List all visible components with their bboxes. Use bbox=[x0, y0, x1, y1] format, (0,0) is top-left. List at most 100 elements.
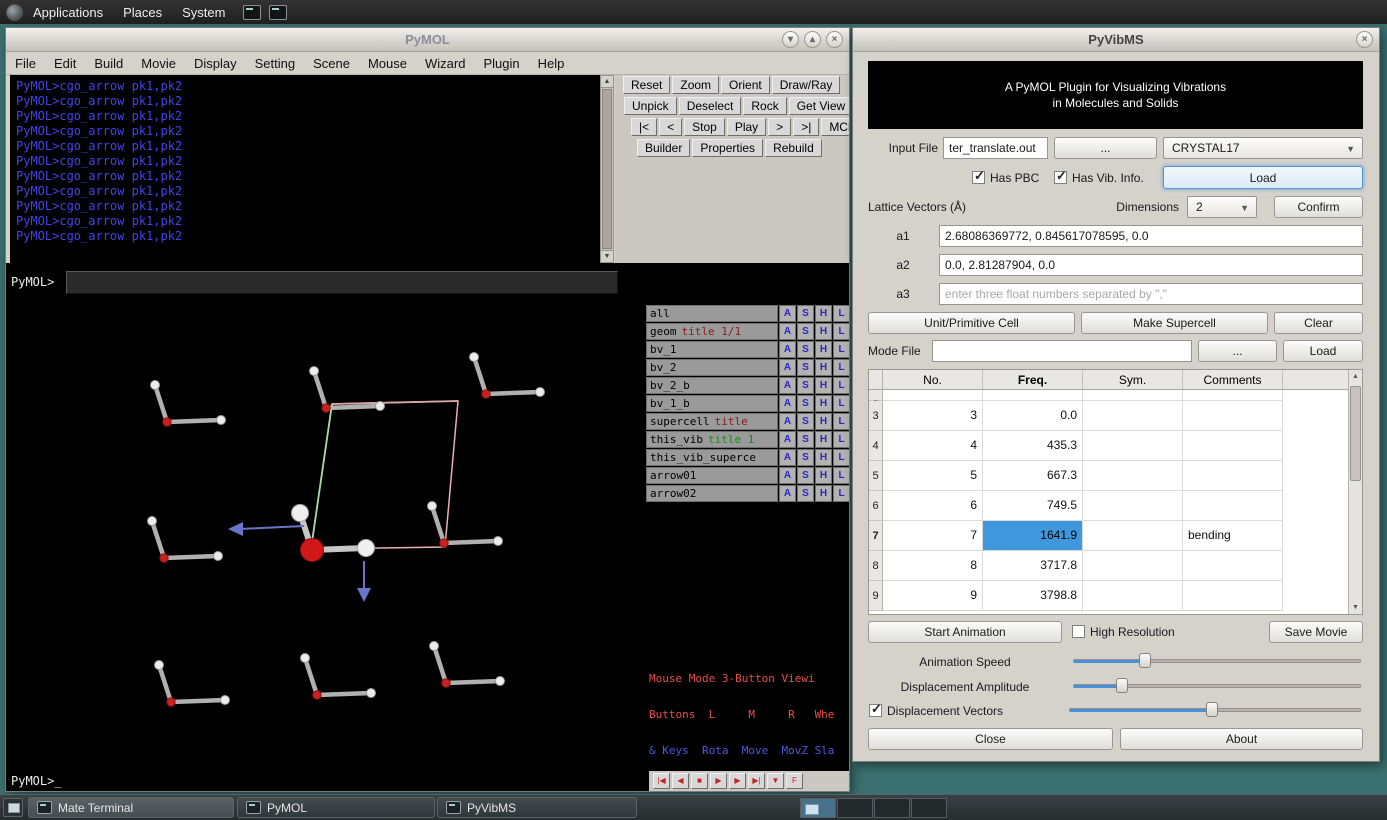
obj-show-button[interactable]: S bbox=[797, 341, 814, 358]
cell-sym[interactable] bbox=[1083, 431, 1183, 461]
mode-load-button[interactable]: Load bbox=[1283, 340, 1363, 362]
obj-show-button[interactable]: S bbox=[797, 377, 814, 394]
taskbar-item-mate-terminal[interactable]: Mate Terminal bbox=[28, 797, 234, 818]
object-row-bv-2[interactable]: bv_2 A S H L bbox=[646, 359, 850, 376]
obj-show-button[interactable]: S bbox=[797, 359, 814, 376]
mode-file-browse-button[interactable]: ... bbox=[1198, 340, 1277, 362]
cell-freq[interactable] bbox=[983, 390, 1083, 401]
cell-sym[interactable] bbox=[1083, 401, 1183, 431]
pyvibms-titlebar[interactable]: PyVibMS × bbox=[853, 28, 1379, 52]
cell-no[interactable]: 3 bbox=[883, 401, 983, 431]
displacement-amplitude-slider[interactable] bbox=[1073, 676, 1361, 696]
obj-show-button[interactable]: S bbox=[797, 323, 814, 340]
cell-no[interactable]: 4 bbox=[883, 431, 983, 461]
object-name[interactable]: bv_1 bbox=[650, 343, 677, 356]
object-name[interactable]: all bbox=[650, 307, 670, 320]
unpick-button[interactable]: Unpick bbox=[624, 97, 677, 115]
step-forward-button[interactable]: ▶ bbox=[729, 773, 746, 789]
cell-no[interactable]: 8 bbox=[883, 551, 983, 581]
object-row-bv-2-b[interactable]: bv_2_b A S H L bbox=[646, 377, 850, 394]
cell-sym[interactable] bbox=[1083, 551, 1183, 581]
obj-hide-button[interactable]: H bbox=[815, 377, 832, 394]
scrollbar-thumb[interactable] bbox=[602, 89, 612, 249]
displacement-vectors-slider[interactable] bbox=[1069, 700, 1361, 720]
obj-label-button[interactable]: L bbox=[833, 413, 850, 430]
cell-no[interactable]: 9 bbox=[883, 581, 983, 611]
movie-next-button[interactable]: > bbox=[768, 118, 791, 136]
command-input[interactable] bbox=[66, 271, 618, 294]
close-icon[interactable]: × bbox=[1356, 31, 1373, 48]
menu-plugin[interactable]: Plugin bbox=[474, 56, 528, 71]
obj-hide-button[interactable]: H bbox=[815, 341, 832, 358]
slider-handle[interactable] bbox=[1206, 702, 1218, 717]
menu-display[interactable]: Display bbox=[185, 56, 246, 71]
cell-comments[interactable] bbox=[1183, 390, 1283, 401]
obj-show-button[interactable]: S bbox=[797, 431, 814, 448]
cell-sym[interactable] bbox=[1083, 491, 1183, 521]
obj-action-button[interactable]: A bbox=[779, 341, 796, 358]
row-header[interactable]: 2 bbox=[869, 390, 883, 401]
zoom-button[interactable]: Zoom bbox=[672, 76, 719, 94]
make-supercell-button[interactable]: Make Supercell bbox=[1081, 312, 1268, 334]
row-header[interactable]: 3 bbox=[869, 401, 883, 431]
menu-system[interactable]: System bbox=[172, 0, 235, 24]
cell-comments[interactable]: bending bbox=[1183, 521, 1283, 551]
object-name[interactable]: arrow01 bbox=[650, 469, 696, 482]
object-row-arrow02[interactable]: arrow02 A S H L bbox=[646, 485, 850, 502]
scroll-up-icon[interactable]: ▲ bbox=[601, 76, 613, 88]
object-row-this-vib-supercell[interactable]: this_vib_superce A S H L bbox=[646, 449, 850, 466]
save-movie-button[interactable]: Save Movie bbox=[1269, 621, 1363, 643]
rebuild-button[interactable]: Rebuild bbox=[765, 139, 822, 157]
obj-label-button[interactable]: L bbox=[833, 431, 850, 448]
shade-icon[interactable]: ▾ bbox=[782, 31, 799, 48]
object-row-this-vib[interactable]: this_vibtitle 1 A S H L bbox=[646, 431, 850, 448]
col-header-freq[interactable]: Freq. bbox=[983, 370, 1083, 390]
cell-freq[interactable]: 3717.8 bbox=[983, 551, 1083, 581]
menu-wizard[interactable]: Wizard bbox=[416, 56, 474, 71]
close-button[interactable]: Close bbox=[868, 728, 1113, 750]
menu-edit[interactable]: Edit bbox=[45, 56, 85, 71]
step-back-button[interactable]: ◀ bbox=[672, 773, 689, 789]
rewind-button[interactable]: |◀ bbox=[653, 773, 670, 789]
obj-hide-button[interactable]: H bbox=[815, 305, 832, 322]
play-button[interactable]: Play bbox=[727, 118, 766, 136]
obj-hide-button[interactable]: H bbox=[815, 449, 832, 466]
obj-label-button[interactable]: L bbox=[833, 485, 850, 502]
cell-comments[interactable] bbox=[1183, 581, 1283, 611]
object-row-all[interactable]: all A S H L bbox=[646, 305, 850, 322]
col-header-comments[interactable]: Comments bbox=[1183, 370, 1283, 390]
obj-label-button[interactable]: L bbox=[833, 467, 850, 484]
movie-menu-button[interactable]: ▼ bbox=[767, 773, 784, 789]
obj-hide-button[interactable]: H bbox=[815, 431, 832, 448]
workspace-switcher[interactable] bbox=[800, 798, 948, 818]
cell-sym[interactable] bbox=[1083, 521, 1183, 551]
obj-show-button[interactable]: S bbox=[797, 467, 814, 484]
cell-comments[interactable] bbox=[1183, 551, 1283, 581]
obj-action-button[interactable]: A bbox=[779, 467, 796, 484]
row-header[interactable]: 5 bbox=[869, 461, 883, 491]
mate-menu-icon[interactable] bbox=[6, 4, 23, 21]
pymol-titlebar[interactable]: PyMOL ▾ ▴ × bbox=[6, 28, 849, 52]
obj-label-button[interactable]: L bbox=[833, 395, 850, 412]
scroll-down-icon[interactable]: ▼ bbox=[601, 250, 613, 262]
cell-freq[interactable]: 667.3 bbox=[983, 461, 1083, 491]
console-scrollbar[interactable]: ▲ ▼ bbox=[600, 75, 614, 263]
slider-handle[interactable] bbox=[1139, 653, 1151, 668]
format-dropdown[interactable]: CRYSTAL17 ▼ bbox=[1163, 137, 1363, 159]
object-row-geom[interactable]: geomtitle 1/1 A S H L bbox=[646, 323, 850, 340]
menu-movie[interactable]: Movie bbox=[132, 56, 185, 71]
object-name[interactable]: supercell bbox=[650, 415, 710, 428]
obj-action-button[interactable]: A bbox=[779, 449, 796, 466]
object-row-bv-1-b[interactable]: bv_1_b A S H L bbox=[646, 395, 850, 412]
cell-sym[interactable] bbox=[1083, 390, 1183, 401]
object-name[interactable]: geom bbox=[650, 325, 677, 338]
mclear-button[interactable]: MClear bbox=[821, 118, 850, 136]
obj-hide-button[interactable]: H bbox=[815, 395, 832, 412]
obj-label-button[interactable]: L bbox=[833, 305, 850, 322]
row-header[interactable]: 6 bbox=[869, 491, 883, 521]
obj-action-button[interactable]: A bbox=[779, 305, 796, 322]
obj-hide-button[interactable]: H bbox=[815, 323, 832, 340]
start-animation-button[interactable]: Start Animation bbox=[868, 621, 1062, 643]
cell-comments[interactable] bbox=[1183, 431, 1283, 461]
about-button[interactable]: About bbox=[1120, 728, 1363, 750]
